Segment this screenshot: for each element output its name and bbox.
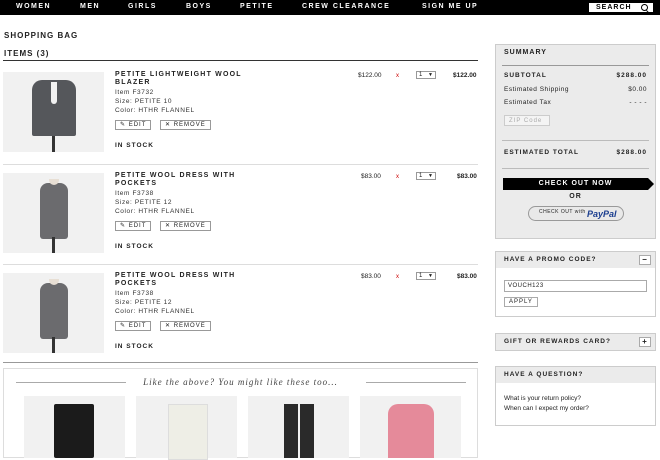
cart-item: PETITE WOOL DRESS WITH POCKETS Item F373… [3, 272, 478, 365]
line-total: $83.00 [457, 173, 477, 180]
paypal-prefix: CHECK OUT with [539, 209, 586, 215]
remove-button[interactable]: ✕ REMOVE [160, 120, 211, 130]
stock-status: IN STOCK [115, 243, 154, 250]
nav-girls[interactable]: GIRLS [128, 3, 157, 10]
edit-button[interactable]: ✎ EDIT [115, 221, 152, 231]
recommendations-title: Like the above? You might like these too… [143, 377, 338, 387]
multiply-sign: x [396, 174, 399, 180]
chevron-down-icon: ▼ [428, 273, 433, 279]
shipping-row: Estimated Shipping $0.00 [504, 86, 647, 93]
items-divider [3, 60, 478, 61]
stock-status: IN STOCK [115, 142, 154, 149]
product-image[interactable] [3, 273, 104, 353]
promo-code-panel: HAVE A PROMO CODE? − VOUCH123 APPLY [495, 251, 656, 317]
apply-button[interactable]: APPLY [504, 297, 538, 307]
paypal-checkout-button[interactable]: CHECK OUT with PayPal [528, 206, 624, 221]
item-divider [3, 264, 478, 265]
cart-item: PETITE WOOL DRESS WITH POCKETS Item F373… [3, 172, 478, 265]
checkout-button[interactable]: CHECK OUT NOW [503, 178, 654, 190]
nav-sign-me-up[interactable]: SIGN ME UP [422, 3, 478, 10]
gift-card-header[interactable]: GIFT OR REWARDS CARD? + [496, 334, 655, 350]
item-number: Item F3738 [115, 190, 154, 197]
unit-price: $83.00 [361, 173, 381, 180]
item-color: Color: HTHR FLANNEL [115, 208, 195, 215]
product-image[interactable] [3, 72, 104, 152]
divider [502, 140, 649, 141]
unit-price: $83.00 [361, 273, 381, 280]
product-name[interactable]: PETITE WOOL DRESS WITH POCKETS [115, 172, 255, 188]
divider [502, 168, 649, 169]
collapse-icon[interactable]: − [639, 255, 651, 265]
promo-header[interactable]: HAVE A PROMO CODE? − [496, 252, 655, 268]
reco-product-image[interactable] [24, 396, 125, 458]
question-header: HAVE A QUESTION? [496, 367, 655, 383]
item-size: Size: PETITE 10 [115, 98, 173, 105]
nav-women[interactable]: WOMEN [16, 3, 51, 10]
remove-button[interactable]: ✕ REMOVE [160, 221, 211, 231]
summary-title: SUMMARY [504, 49, 547, 56]
remove-button[interactable]: ✕ REMOVE [160, 321, 211, 331]
item-number: Item F3738 [115, 290, 154, 297]
or-separator: OR [569, 193, 582, 200]
stock-status: IN STOCK [115, 343, 154, 350]
nav-men[interactable]: MEN [80, 3, 100, 10]
quantity-select[interactable]: 1 ▼ [416, 172, 436, 180]
items-end-divider [3, 362, 478, 363]
product-name[interactable]: PETITE LIGHTWEIGHT WOOL BLAZER [115, 71, 255, 87]
item-color: Color: HTHR FLANNEL [115, 107, 195, 114]
item-size: Size: PETITE 12 [115, 299, 173, 306]
nav-crew-clearance[interactable]: CREW CLEARANCE [302, 3, 390, 10]
quantity-select[interactable]: 1 ▼ [416, 71, 436, 79]
expand-icon[interactable]: + [639, 337, 651, 347]
top-navigation: WOMEN MEN GIRLS BOYS PETITE CREW CLEARAN… [0, 0, 660, 15]
product-image[interactable] [3, 173, 104, 253]
items-count: ITEMS (3) [4, 49, 50, 58]
line-total: $122.00 [453, 72, 477, 79]
paypal-logo: PayPal [587, 209, 617, 219]
edit-button[interactable]: ✎ EDIT [115, 120, 152, 130]
zip-code-input[interactable]: ZIP Code [504, 115, 550, 126]
quantity-select[interactable]: 1 ▼ [416, 272, 436, 280]
unit-price: $122.00 [358, 72, 382, 79]
divider [502, 65, 649, 66]
tax-row: Estimated Tax - - - - [504, 99, 647, 106]
edit-button[interactable]: ✎ EDIT [115, 321, 152, 331]
estimated-total-row: ESTIMATED TOTAL $288.00 [504, 149, 647, 156]
order-summary: SUMMARY SUBTOTAL $288.00 Estimated Shippi… [495, 44, 656, 239]
pencil-icon: ✎ [120, 223, 127, 229]
product-name[interactable]: PETITE WOOL DRESS WITH POCKETS [115, 272, 255, 288]
nav-boys[interactable]: BOYS [186, 3, 212, 10]
close-icon: ✕ [165, 323, 172, 329]
search-icon [641, 4, 648, 11]
recommendations: Like the above? You might like these too… [3, 368, 478, 460]
pencil-icon: ✎ [120, 122, 127, 128]
subtotal-row: SUBTOTAL $288.00 [504, 72, 647, 79]
gift-card-panel: GIFT OR REWARDS CARD? + [495, 333, 656, 351]
line-total: $83.00 [457, 273, 477, 280]
item-size: Size: PETITE 12 [115, 199, 173, 206]
cart-item: PETITE LIGHTWEIGHT WOOL BLAZER Item F373… [3, 71, 478, 164]
close-icon: ✕ [165, 223, 172, 229]
order-timing-link[interactable]: When can I expect my order? [504, 405, 589, 412]
item-color: Color: HTHR FLANNEL [115, 308, 195, 315]
item-number: Item F3732 [115, 89, 154, 96]
search-button[interactable]: SEARCH [588, 2, 654, 13]
reco-product-image[interactable] [136, 396, 237, 460]
pencil-icon: ✎ [120, 323, 127, 329]
promo-code-input[interactable]: VOUCH123 [504, 280, 647, 292]
reco-product-image[interactable] [248, 396, 349, 458]
question-panel: HAVE A QUESTION? What is your return pol… [495, 366, 656, 426]
item-divider [3, 164, 478, 165]
multiply-sign: x [396, 274, 399, 280]
return-policy-link[interactable]: What is your return policy? [504, 395, 581, 402]
multiply-sign: x [396, 73, 399, 79]
reco-product-image[interactable] [360, 396, 461, 458]
chevron-down-icon: ▼ [428, 173, 433, 179]
nav-petite[interactable]: PETITE [240, 3, 274, 10]
search-label: SEARCH [596, 4, 632, 11]
close-icon: ✕ [165, 122, 172, 128]
chevron-down-icon: ▼ [428, 72, 433, 78]
page-title: SHOPPING BAG [4, 31, 79, 40]
